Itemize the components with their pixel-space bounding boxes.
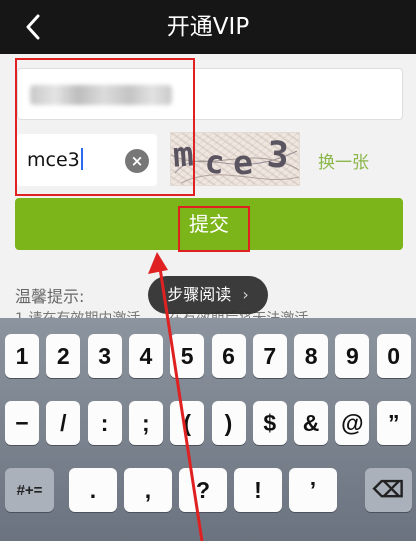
captcha-glyph: 3 [265,134,291,177]
key[interactable]: ( [170,401,205,445]
key[interactable]: 9 [335,334,370,378]
page-title: 开通VIP [166,14,250,40]
toast-label: 步骤阅读 [167,285,232,304]
symbols-toggle-key[interactable]: #+= [5,468,54,512]
key[interactable]: 7 [252,334,287,378]
refresh-captcha-link[interactable]: 换一张 [318,148,369,173]
key[interactable]: ? [179,468,227,512]
key[interactable]: @ [335,401,370,445]
keyboard: 1 2 3 4 5 6 7 8 9 0 − /:;() $ & @” #+=.,?!’ ⌫ [0,318,416,541]
annotation-box-submit [178,206,250,252]
backspace-icon[interactable]: ⌫ [365,468,412,512]
key[interactable]: 6 [211,334,246,378]
key[interactable]: ) [211,401,246,445]
key[interactable]: ; [128,401,163,445]
key[interactable]: − [5,401,39,445]
key[interactable]: ’ [289,468,337,512]
key[interactable]: . [69,468,117,512]
key[interactable]: ! [234,468,282,512]
key[interactable]: 2 [46,334,81,378]
captcha-glyph: c [203,142,227,182]
key[interactable]: 3 [87,334,122,378]
key[interactable]: 0 [376,334,411,378]
key[interactable]: 8 [294,334,329,378]
key[interactable]: , [124,468,172,512]
key[interactable]: 4 [128,334,163,378]
key[interactable]: / [46,401,81,445]
key[interactable]: $ [252,401,287,445]
captcha-glyph: e [231,142,254,183]
key[interactable]: 1 [5,334,39,378]
key[interactable]: : [87,401,122,445]
nav-bar: 开通VIP [0,0,416,54]
key[interactable]: 5 [170,334,205,378]
annotation-box-inputs [15,58,195,196]
step-reading-toast[interactable]: 步骤阅读 › [148,276,268,314]
tips-title: 温馨提示: [15,287,85,306]
chevron-right-icon: › [242,285,249,304]
key[interactable]: & [294,401,329,445]
key[interactable]: ” [376,401,411,445]
